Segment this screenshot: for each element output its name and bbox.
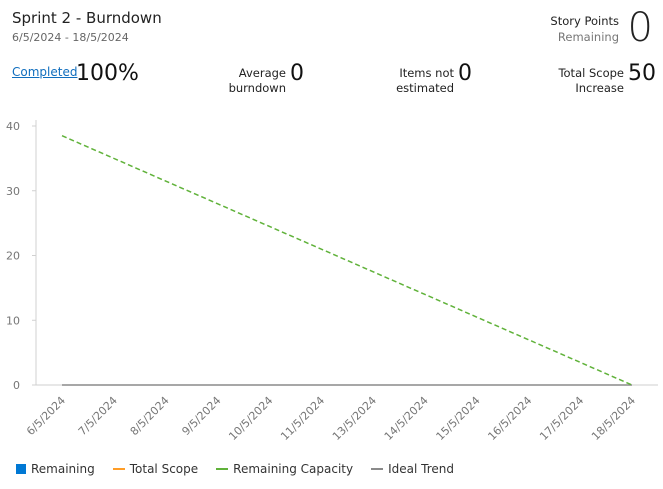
chart-legend: Remaining Total Scope Remaining Capacity… bbox=[16, 462, 454, 476]
average-burndown-label-line2: burndown bbox=[228, 81, 286, 95]
legend-item-ideal-trend[interactable]: Ideal Trend bbox=[371, 462, 454, 476]
x-tick-label: 14/5/2024 bbox=[382, 394, 431, 443]
remaining-capacity-line bbox=[61, 135, 633, 386]
y-tick-label: 10 bbox=[6, 314, 20, 327]
story-points-remaining-value: 0 bbox=[627, 5, 653, 51]
x-tick-label: 11/5/2024 bbox=[278, 394, 327, 443]
y-tick-label: 0 bbox=[13, 379, 20, 392]
items-not-estimated-label-line2: estimated bbox=[396, 81, 454, 95]
story-points-label: Story Points Remaining bbox=[550, 13, 619, 45]
y-tick-label: 20 bbox=[6, 250, 20, 263]
legend-swatch-total-scope bbox=[112, 468, 125, 470]
total-scope-increase-label: Total Scope Increase bbox=[548, 66, 624, 96]
x-tick-label: 17/5/2024 bbox=[537, 394, 586, 443]
total-scope-increase-label-line1: Total Scope bbox=[558, 66, 624, 80]
x-tick-label: 9/5/2024 bbox=[179, 394, 223, 438]
x-tick-label: 10/5/2024 bbox=[226, 394, 275, 443]
average-burndown-label-line1: Average bbox=[238, 66, 286, 80]
items-not-estimated-label-line1: Items not bbox=[399, 66, 454, 80]
legend-item-remaining[interactable]: Remaining bbox=[16, 462, 95, 476]
legend-item-remaining-capacity[interactable]: Remaining Capacity bbox=[216, 462, 353, 476]
items-not-estimated-label: Items not estimated bbox=[390, 66, 454, 96]
x-tick-label: 8/5/2024 bbox=[128, 394, 172, 438]
total-scope-increase-value: 50 bbox=[628, 61, 656, 86]
burndown-chart: 0 10 20 30 40 6/5/2024 7/5/2024 8/5/2024 9/5/202… bbox=[6, 120, 658, 443]
story-points-title: Story Points bbox=[550, 14, 619, 28]
legend-swatch-remaining-capacity bbox=[216, 468, 229, 470]
average-burndown-label: Average burndown bbox=[226, 66, 286, 96]
completed-value: 100% bbox=[76, 61, 139, 86]
y-tick-label: 40 bbox=[6, 120, 20, 133]
legend-label-remaining-capacity: Remaining Capacity bbox=[233, 462, 354, 476]
legend-swatch-remaining bbox=[16, 464, 26, 474]
average-burndown-value: 0 bbox=[290, 61, 304, 86]
story-points-subtitle: Remaining bbox=[557, 30, 619, 44]
x-tick-label: 18/5/2024 bbox=[589, 394, 638, 443]
legend-label-ideal-trend: Ideal Trend bbox=[388, 462, 455, 476]
legend-swatch-ideal-trend bbox=[371, 468, 384, 470]
x-tick-label: 15/5/2024 bbox=[434, 394, 483, 443]
sprint-date-range: 6/5/2024 - 18/5/2024 bbox=[12, 31, 129, 44]
x-tick-label: 16/5/2024 bbox=[485, 394, 534, 443]
y-tick-label: 30 bbox=[6, 185, 20, 198]
x-tick-label: 13/5/2024 bbox=[330, 394, 379, 443]
legend-label-remaining: Remaining bbox=[31, 462, 95, 476]
total-scope-increase-label-line2: Increase bbox=[575, 81, 624, 95]
x-tick-label: 7/5/2024 bbox=[76, 394, 120, 438]
x-tick-label: 6/5/2024 bbox=[24, 394, 68, 438]
legend-item-total-scope[interactable]: Total Scope bbox=[112, 462, 199, 476]
completed-link[interactable]: Completed bbox=[12, 65, 77, 79]
legend-label-total-scope: Total Scope bbox=[129, 462, 199, 476]
items-not-estimated-value: 0 bbox=[458, 61, 472, 86]
chart-title: Sprint 2 - Burndown bbox=[12, 9, 162, 27]
